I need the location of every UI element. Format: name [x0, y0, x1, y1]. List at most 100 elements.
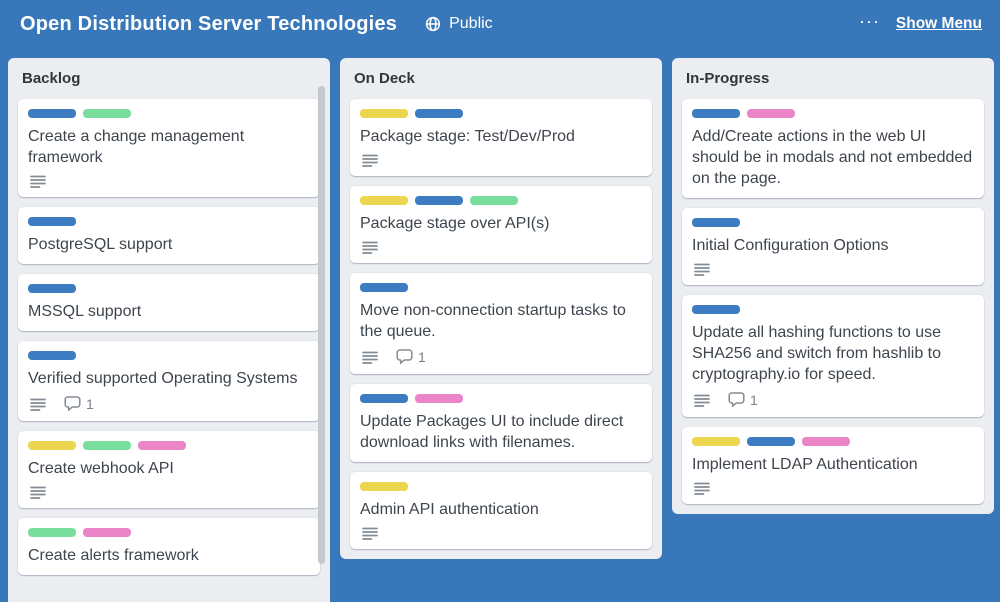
card-labels [28, 351, 310, 360]
card-title: Add/Create actions in the web UI should … [692, 126, 974, 189]
card-label-yellow[interactable] [360, 196, 408, 205]
description-icon [30, 175, 46, 188]
card[interactable]: Create alerts framework [18, 518, 320, 575]
comment-icon [396, 349, 413, 365]
card-label-pink[interactable] [802, 437, 850, 446]
description-badge [362, 351, 378, 364]
card-label-green[interactable] [83, 109, 131, 118]
comment-icon [728, 392, 745, 408]
card-labels [28, 284, 310, 293]
card-label-pink[interactable] [415, 394, 463, 403]
description-icon [694, 482, 710, 495]
card-label-blue[interactable] [692, 305, 740, 314]
card-title: Update Packages UI to include direct dow… [360, 411, 642, 453]
card-label-green[interactable] [28, 528, 76, 537]
card[interactable]: PostgreSQL support [18, 207, 320, 264]
card[interactable]: Update all hashing functions to use SHA2… [682, 295, 984, 417]
list-title[interactable]: Backlog [18, 70, 320, 87]
card-label-blue[interactable] [28, 217, 76, 226]
more-options-icon[interactable]: ··· [859, 16, 880, 32]
card-title: MSSQL support [28, 301, 310, 322]
card-badges: 1 [360, 349, 642, 365]
list-on-deck: On Deck Package stage: Test/Dev/Prod Pack… [340, 58, 662, 559]
card-label-pink[interactable] [138, 441, 186, 450]
card[interactable]: Admin API authentication [350, 472, 652, 549]
description-badge [30, 175, 46, 188]
card-label-blue[interactable] [692, 109, 740, 118]
card[interactable]: Implement LDAP Authentication [682, 427, 984, 504]
description-badge [362, 241, 378, 254]
card-title: Initial Configuration Options [692, 235, 974, 256]
description-badge [30, 486, 46, 499]
card-label-blue[interactable] [747, 437, 795, 446]
card[interactable]: Package stage over API(s) [350, 186, 652, 263]
card-badges: 1 [28, 396, 310, 412]
card-list: Add/Create actions in the web UI should … [682, 99, 984, 504]
card-labels [360, 394, 642, 403]
description-icon [30, 398, 46, 411]
description-icon [362, 527, 378, 540]
card-label-pink[interactable] [83, 528, 131, 537]
card-title: Admin API authentication [360, 499, 642, 520]
card-badges [360, 241, 642, 254]
card-label-yellow[interactable] [692, 437, 740, 446]
comment-count: 1 [418, 349, 426, 365]
card[interactable]: Verified supported Operating Systems 1 [18, 341, 320, 421]
card-label-blue[interactable] [28, 109, 76, 118]
card[interactable]: Package stage: Test/Dev/Prod [350, 99, 652, 176]
comment-icon [64, 396, 81, 412]
card-title: Package stage: Test/Dev/Prod [360, 126, 642, 147]
card-label-yellow[interactable] [360, 109, 408, 118]
card-labels [360, 109, 642, 118]
comments-badge: 1 [728, 392, 758, 408]
card-title: PostgreSQL support [28, 234, 310, 255]
card-labels [692, 305, 974, 314]
list-scrollbar-thumb[interactable] [318, 86, 325, 564]
card-label-yellow[interactable] [360, 482, 408, 491]
card-label-blue[interactable] [28, 351, 76, 360]
card-label-blue[interactable] [415, 196, 463, 205]
list-title[interactable]: On Deck [350, 70, 652, 87]
description-badge [694, 482, 710, 495]
description-icon [30, 486, 46, 499]
card-labels [360, 482, 642, 491]
card[interactable]: Move non-connection startup tasks to the… [350, 273, 652, 374]
description-icon [362, 154, 378, 167]
comments-badge: 1 [396, 349, 426, 365]
card[interactable]: MSSQL support [18, 274, 320, 331]
visibility-label: Public [449, 15, 493, 33]
show-menu-link[interactable]: Show Menu [896, 15, 982, 33]
card[interactable]: Update Packages UI to include direct dow… [350, 384, 652, 462]
card-label-yellow[interactable] [28, 441, 76, 450]
visibility-button[interactable]: Public [425, 15, 493, 33]
board-app: Open Distribution Server Technologies Pu… [0, 0, 1000, 602]
card-label-blue[interactable] [28, 284, 76, 293]
card-list: Package stage: Test/Dev/Prod Package sta… [350, 99, 652, 549]
card-labels [28, 109, 310, 118]
card-label-blue[interactable] [415, 109, 463, 118]
description-icon [694, 263, 710, 276]
card-title: Implement LDAP Authentication [692, 454, 974, 475]
card-label-blue[interactable] [360, 394, 408, 403]
list-title[interactable]: In-Progress [682, 70, 984, 87]
card-labels [28, 217, 310, 226]
card-title: Package stage over API(s) [360, 213, 642, 234]
card-badges [692, 482, 974, 495]
description-badge [694, 263, 710, 276]
card-title: Create alerts framework [28, 545, 310, 566]
card-title: Verified supported Operating Systems [28, 368, 310, 389]
card[interactable]: Initial Configuration Options [682, 208, 984, 285]
card-labels [692, 437, 974, 446]
card[interactable]: Create webhook API [18, 431, 320, 508]
description-icon [362, 241, 378, 254]
card-label-pink[interactable] [747, 109, 795, 118]
card[interactable]: Create a change management framework [18, 99, 320, 197]
card-labels [692, 218, 974, 227]
card-label-green[interactable] [470, 196, 518, 205]
card-label-green[interactable] [83, 441, 131, 450]
card-label-blue[interactable] [692, 218, 740, 227]
card[interactable]: Add/Create actions in the web UI should … [682, 99, 984, 198]
board-title[interactable]: Open Distribution Server Technologies [20, 13, 397, 36]
card-title: Create a change management framework [28, 126, 310, 168]
card-label-blue[interactable] [360, 283, 408, 292]
